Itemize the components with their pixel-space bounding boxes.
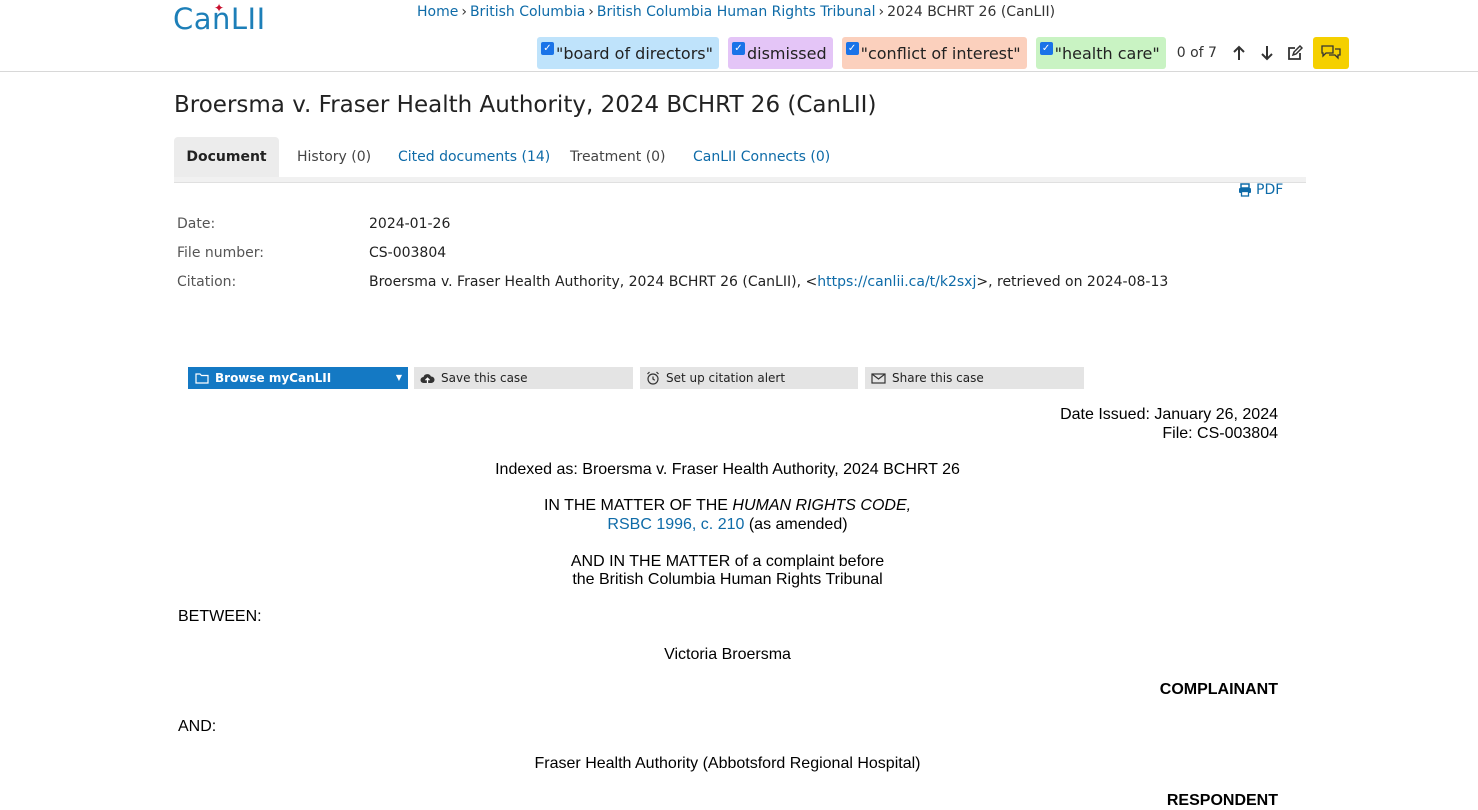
meta-label: Citation: (177, 274, 237, 290)
highlight-term: "conflict of interest" (860, 43, 1021, 63)
tab-cited-documents[interactable]: Cited documents (14) (398, 137, 550, 177)
save-label: Save this case (441, 371, 528, 385)
checkbox-checked-icon[interactable]: ✓ (541, 41, 554, 55)
checkbox-checked-icon[interactable]: ✓ (845, 41, 859, 55)
citation-retrieved: >, retrieved on 2024-08-13 (976, 274, 1169, 290)
statute-line: RSBC 1996, c. 210 (as amended) (177, 516, 1278, 534)
respondent-name: Fraser Health Authority (Abbotsford Regi… (534, 755, 921, 772)
envelope-icon (871, 372, 886, 384)
indexed-as: Indexed as: Broersma v. Fraser Health Au… (495, 461, 960, 478)
browse-mycanlii-button[interactable]: Browse myCanLII ▼ (188, 367, 408, 389)
statute-link[interactable]: RSBC 1996, c. 210 (607, 516, 744, 533)
breadcrumb: Home › British Columbia › British Columbia H… (417, 4, 1055, 20)
search-highlight-bar: ✓ "board of directors" ✓ dismissed ✓ "co… (537, 37, 1349, 69)
tab-canlii-connects[interactable]: CanLII Connects (0) (693, 137, 830, 177)
pdf-label: PDF (1256, 182, 1284, 198)
browse-label: Browse myCanLII (215, 371, 332, 385)
share-label: Share this case (892, 371, 984, 385)
breadcrumb-current: 2024 BCHRT 26 (CanLII) (887, 4, 1056, 20)
dropdown-caret-icon: ▼ (395, 373, 402, 382)
arrow-down-icon[interactable] (1255, 39, 1279, 67)
highlight-chip-dismissed[interactable]: ✓ dismissed (727, 37, 833, 69)
citation-url-link[interactable]: https://canlii.ca/t/k2sxj (817, 274, 976, 290)
checkbox-checked-icon[interactable]: ✓ (731, 41, 745, 55)
breadcrumb-separator: › (878, 4, 885, 20)
share-case-button[interactable]: Share this case (865, 367, 1084, 389)
complaint-line-2: the British Columbia Human Rights Tribun… (572, 571, 883, 588)
comments-button[interactable] (1312, 37, 1349, 69)
highlight-term: "board of directors" (556, 43, 713, 63)
between-label: BETWEEN: (178, 608, 262, 625)
complaint-line-1: AND IN THE MATTER of a complaint before (570, 553, 885, 570)
statute-suffix: (as amended) (744, 516, 848, 533)
alarm-clock-icon (647, 371, 659, 385)
breadcrumb-separator: › (461, 4, 467, 20)
complainant-role: COMPLAINANT (1159, 681, 1278, 698)
breadcrumb-province[interactable]: British Columbia (470, 4, 585, 20)
top-header: CanLII ✦ Home › British Columbia › British C… (0, 0, 1478, 72)
edit-icon[interactable] (1283, 39, 1307, 67)
cloud-upload-icon (420, 374, 435, 383)
match-counter: 0 of 7 (1176, 45, 1217, 61)
tab-history[interactable]: History (0) (297, 137, 371, 177)
meta-value-citation: Broersma v. Fraser Health Authority, 202… (369, 274, 1168, 290)
maple-leaf-icon: ✦ (214, 1, 225, 15)
alert-label: Set up citation alert (666, 371, 786, 385)
citation-alert-button[interactable]: Set up citation alert (640, 367, 858, 389)
breadcrumb-tribunal[interactable]: British Columbia Human Rights Tribunal (597, 4, 876, 20)
highlight-chip-health-care[interactable]: ✓ "health care" (1035, 37, 1166, 69)
printer-icon (1239, 183, 1251, 197)
file-number: File: CS-003804 (1162, 425, 1278, 442)
document-tabs: Document History (0) Cited documents (14… (174, 137, 1306, 183)
page-title: Broersma v. Fraser Health Authority, 202… (174, 92, 877, 118)
citation-text: Broersma v. Fraser Health Authority, 202… (369, 274, 818, 290)
comments-icon (1321, 45, 1341, 60)
and-label: AND: (178, 718, 217, 735)
breadcrumb-home[interactable]: Home (417, 4, 458, 20)
highlight-chip-board-of-directors[interactable]: ✓ "board of directors" (537, 37, 719, 69)
date-issued: Date Issued: January 26, 2024 (1060, 406, 1278, 423)
highlight-term: "health care" (1054, 43, 1160, 63)
meta-label: File number: (177, 245, 264, 261)
meta-value-date: 2024-01-26 (369, 216, 451, 232)
folder-icon (195, 373, 209, 384)
matter-prefix: IN THE MATTER OF THE (543, 497, 733, 514)
meta-label: Date: (177, 216, 216, 232)
breadcrumb-separator: › (588, 4, 594, 20)
matter-code: HUMAN RIGHTS CODE, (732, 497, 912, 514)
highlight-term: dismissed (746, 43, 827, 63)
tab-treatment[interactable]: Treatment (0) (570, 137, 666, 177)
meta-value-file: CS-003804 (369, 245, 447, 261)
arrow-up-icon[interactable] (1227, 39, 1251, 67)
checkbox-checked-icon[interactable]: ✓ (1039, 41, 1053, 55)
save-case-button[interactable]: Save this case (414, 367, 633, 389)
canlii-logo[interactable]: CanLII ✦ (173, 1, 266, 36)
pdf-link[interactable]: PDF (1238, 182, 1283, 198)
tab-document[interactable]: Document (174, 137, 279, 177)
respondent-role: RESPONDENT (1166, 792, 1278, 809)
complainant-name: Victoria Broersma (664, 646, 791, 663)
matter-heading: IN THE MATTER OF THE HUMAN RIGHTS CODE, (177, 497, 1278, 515)
highlight-chip-conflict-of-interest[interactable]: ✓ "conflict of interest" (841, 37, 1027, 69)
